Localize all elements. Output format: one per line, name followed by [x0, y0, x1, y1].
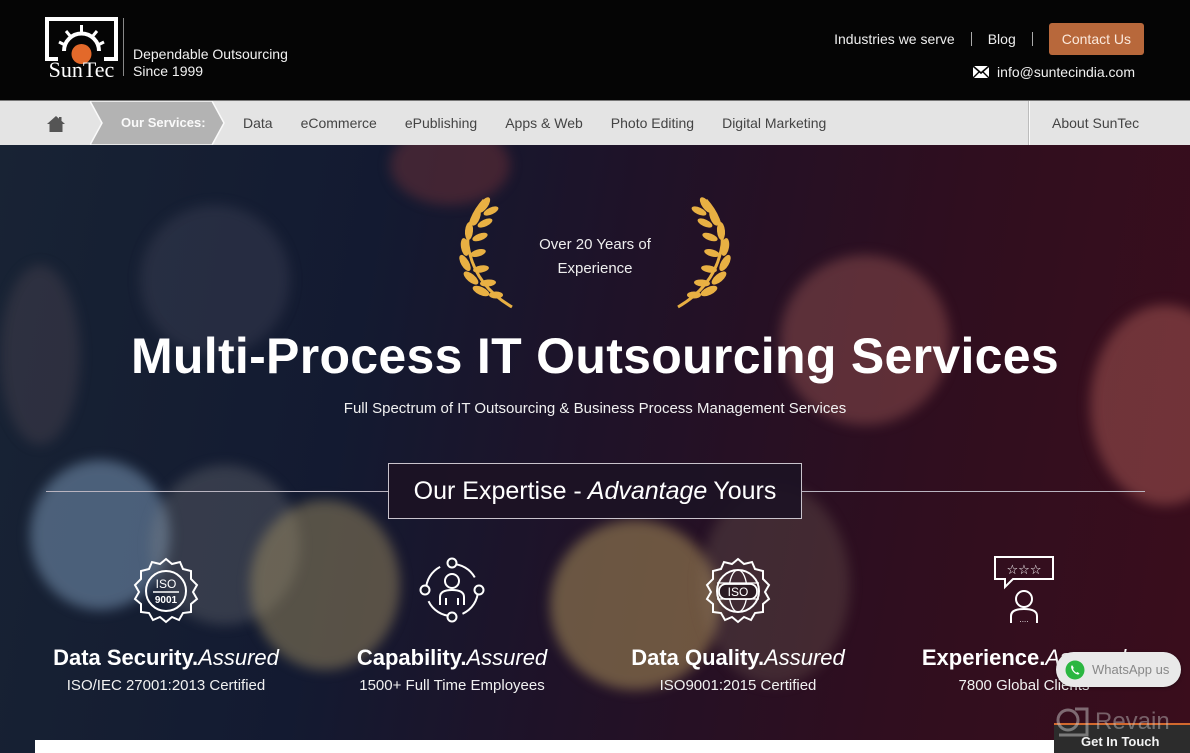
nav-item-digital-marketing[interactable]: Digital Marketing — [722, 115, 826, 131]
svg-text:....: .... — [1020, 615, 1029, 624]
email-link[interactable]: info@suntecindia.com — [973, 64, 1135, 80]
main-nav: Our Services: Data eCommerce ePublishing… — [0, 100, 1190, 145]
revain-logo-icon — [1056, 707, 1089, 737]
feature-title: Data Security.Assured — [53, 645, 279, 670]
customer-rating-icon: ☆☆☆ .... — [994, 556, 1054, 624]
tagline-line1: Dependable Outsourcing — [133, 46, 288, 62]
logo-divider — [123, 18, 124, 76]
site-header: SunTec Dependable Outsourcing Since 1999… — [0, 0, 1190, 100]
expertise-italic: Advantage — [587, 476, 708, 505]
nav-item-epublishing[interactable]: ePublishing — [405, 115, 477, 131]
revain-text: Revain — [1095, 708, 1170, 735]
link-separator — [970, 32, 972, 46]
whatsapp-button[interactable]: WhatsApp us — [1056, 652, 1181, 687]
feature-subtitle: 1500+ Full Time Employees — [359, 677, 545, 694]
experience-badge: Over 20 Years of Experience — [520, 233, 670, 281]
experience-badge-line1: Over 20 Years of — [539, 236, 651, 253]
iso-9001-badge-icon: ISO 9001 — [133, 557, 199, 624]
divider-line-left — [46, 491, 388, 492]
expertise-heading: Our Expertise - Advantage Yours — [388, 463, 802, 519]
content-card-top — [35, 740, 1065, 753]
svg-text:ISO: ISO — [728, 585, 749, 599]
nav-items: Data eCommerce ePublishing Apps & Web Ph… — [243, 101, 854, 145]
nav-item-about[interactable]: About SunTec — [1052, 115, 1139, 131]
whatsapp-icon — [1065, 660, 1085, 679]
email-address: info@suntecindia.com — [997, 64, 1135, 80]
nav-item-apps-web[interactable]: Apps & Web — [505, 115, 583, 131]
feature-subtitle: ISO9001:2015 Certified — [659, 677, 817, 694]
expertise-prefix: Our Expertise - — [413, 476, 582, 505]
nav-item-photo-editing[interactable]: Photo Editing — [611, 115, 694, 131]
expertise-suffix: Yours — [713, 476, 777, 505]
feature-title: Data Quality.Assured — [631, 645, 845, 670]
top-links: Industries we serve Blog Contact Us — [834, 23, 1144, 55]
svg-text:ISO: ISO — [156, 577, 177, 591]
home-icon[interactable] — [46, 115, 66, 133]
industries-link[interactable]: Industries we serve — [834, 31, 955, 47]
hero-title: Multi-Process IT Outsourcing Services — [130, 328, 1060, 384]
feature-capability: Capability.Assured 1500+ Full Time Emplo… — [322, 555, 582, 694]
svg-text:☆☆☆: ☆☆☆ — [1007, 563, 1042, 578]
suntec-logo[interactable]: SunTec — [44, 17, 119, 79]
svg-text:9001: 9001 — [155, 595, 178, 606]
hero-section: Over 20 Years of Experience Multi-Proces… — [0, 145, 1190, 753]
blog-link[interactable]: Blog — [988, 31, 1016, 47]
nav-item-data[interactable]: Data — [243, 115, 273, 131]
envelope-icon — [973, 66, 990, 78]
whatsapp-label: WhatsApp us — [1092, 662, 1170, 677]
our-services-text: Our Services: — [121, 115, 206, 130]
feature-title: Capability.Assured — [356, 645, 548, 670]
feature-data-security: ISO 9001 Data Security.Assured ISO/IEC 2… — [36, 555, 296, 694]
iso-globe-badge-icon: ISO — [705, 557, 771, 624]
feature-data-quality: ISO Data Quality.Assured ISO9001:2015 Ce… — [608, 555, 868, 694]
nav-item-ecommerce[interactable]: eCommerce — [301, 115, 377, 131]
divider-line-right — [802, 491, 1145, 492]
tagline: Dependable Outsourcing Since 1999 — [133, 46, 288, 80]
logo-wordmark: SunTec — [49, 57, 115, 79]
tagline-line2: Since 1999 — [133, 63, 204, 79]
revain-watermark: Revain — [1055, 707, 1170, 737]
contact-us-button[interactable]: Contact Us — [1048, 23, 1144, 55]
our-services-label[interactable]: Our Services: — [90, 101, 226, 145]
link-separator — [1031, 32, 1033, 46]
feature-subtitle: ISO/IEC 27001:2013 Certified — [66, 677, 266, 694]
laurel-right-icon — [677, 197, 731, 309]
hero-subtitle: Full Spectrum of IT Outsourcing & Busine… — [343, 400, 847, 417]
laurel-left-icon — [459, 197, 513, 309]
experience-badge-line2: Experience — [557, 260, 633, 277]
people-network-icon — [419, 557, 485, 623]
nav-divider — [1028, 101, 1030, 145]
